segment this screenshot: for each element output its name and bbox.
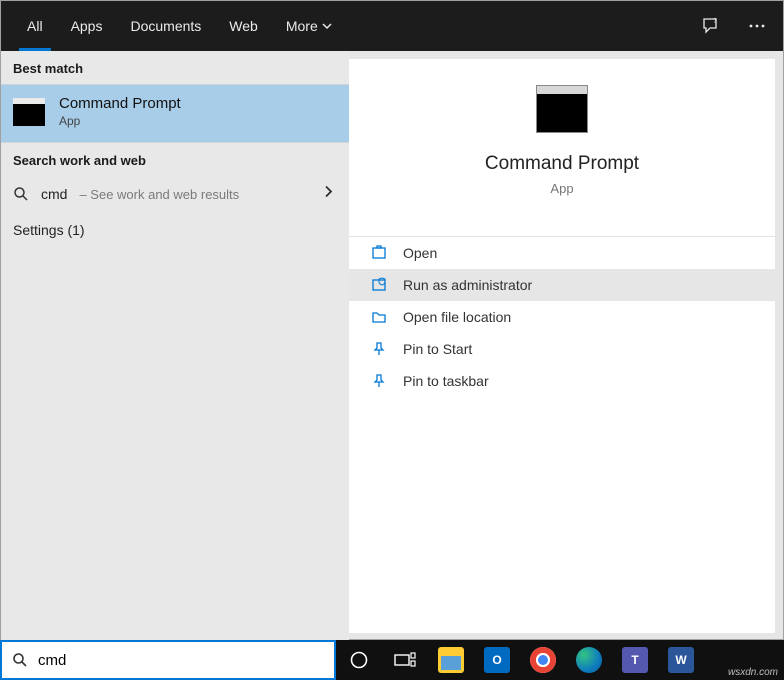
tab-more-label: More — [286, 18, 318, 34]
svg-text:?: ? — [713, 18, 717, 25]
settings-result[interactable]: Settings (1) — [1, 212, 349, 248]
action-pin-taskbar[interactable]: Pin to taskbar — [349, 365, 775, 397]
taskbar: O T W — [0, 640, 784, 680]
web-search-result[interactable]: cmd – See work and web results — [1, 176, 349, 212]
tab-all[interactable]: All — [13, 1, 57, 51]
file-explorer-button[interactable] — [428, 640, 474, 680]
tab-more[interactable]: More — [272, 1, 346, 51]
action-label: Pin to Start — [403, 341, 472, 357]
pin-icon — [371, 373, 387, 389]
more-options-icon[interactable] — [743, 12, 771, 40]
action-label: Open — [403, 245, 437, 261]
admin-icon — [371, 277, 387, 293]
edge-icon — [576, 647, 602, 673]
action-pin-start[interactable]: Pin to Start — [349, 333, 775, 365]
word-icon: W — [668, 647, 694, 673]
web-query-text: cmd — [41, 186, 67, 202]
preview-pane: Command Prompt App Open Run as administr… — [349, 59, 775, 633]
teams-button[interactable]: T — [612, 640, 658, 680]
search-window: All Apps Documents Web More ? Best match… — [0, 0, 784, 640]
web-hint-text: – See work and web results — [79, 187, 239, 202]
preview-title: Command Prompt — [485, 153, 639, 175]
action-open-location[interactable]: Open file location — [349, 301, 775, 333]
action-label: Run as administrator — [403, 277, 532, 293]
settings-count: (1) — [67, 222, 84, 238]
search-icon — [12, 652, 28, 668]
task-view-button[interactable] — [382, 640, 428, 680]
action-label: Open file location — [403, 309, 511, 325]
preview-app-icon — [534, 83, 590, 135]
search-web-header: Search work and web — [1, 143, 349, 176]
chevron-right-icon — [323, 185, 333, 204]
folder-icon — [371, 309, 387, 325]
feedback-icon[interactable]: ? — [697, 12, 725, 40]
preview-subtitle: App — [550, 181, 573, 196]
best-match-title: Command Prompt — [59, 95, 181, 112]
chevron-down-icon — [322, 21, 332, 31]
outlook-button[interactable]: O — [474, 640, 520, 680]
outlook-icon: O — [484, 647, 510, 673]
tab-apps[interactable]: Apps — [57, 1, 117, 51]
best-match-subtitle: App — [59, 114, 181, 128]
open-icon — [371, 245, 387, 261]
tab-documents[interactable]: Documents — [116, 1, 215, 51]
search-icon — [13, 186, 29, 202]
action-label: Pin to taskbar — [403, 373, 489, 389]
best-match-header: Best match — [1, 51, 349, 84]
cortana-icon — [349, 650, 369, 670]
action-run-as-admin[interactable]: Run as administrator — [349, 269, 775, 301]
preview-actions: Open Run as administrator Open file loca… — [349, 236, 775, 397]
search-box[interactable] — [0, 640, 336, 680]
tab-web[interactable]: Web — [215, 1, 272, 51]
action-open[interactable]: Open — [349, 237, 775, 269]
results-pane: Best match Command Prompt App Search wor… — [1, 51, 349, 641]
file-explorer-icon — [438, 647, 464, 673]
settings-label: Settings — [13, 222, 64, 238]
filter-tabs: All Apps Documents Web More ? — [1, 1, 783, 51]
search-input[interactable] — [38, 652, 324, 669]
word-button[interactable]: W — [658, 640, 704, 680]
command-prompt-icon — [13, 98, 45, 126]
chrome-button[interactable] — [520, 640, 566, 680]
cortana-button[interactable] — [336, 640, 382, 680]
chrome-icon — [530, 647, 556, 673]
teams-icon: T — [622, 647, 648, 673]
task-view-icon — [394, 651, 416, 669]
pin-icon — [371, 341, 387, 357]
edge-button[interactable] — [566, 640, 612, 680]
best-match-result[interactable]: Command Prompt App — [1, 84, 349, 143]
